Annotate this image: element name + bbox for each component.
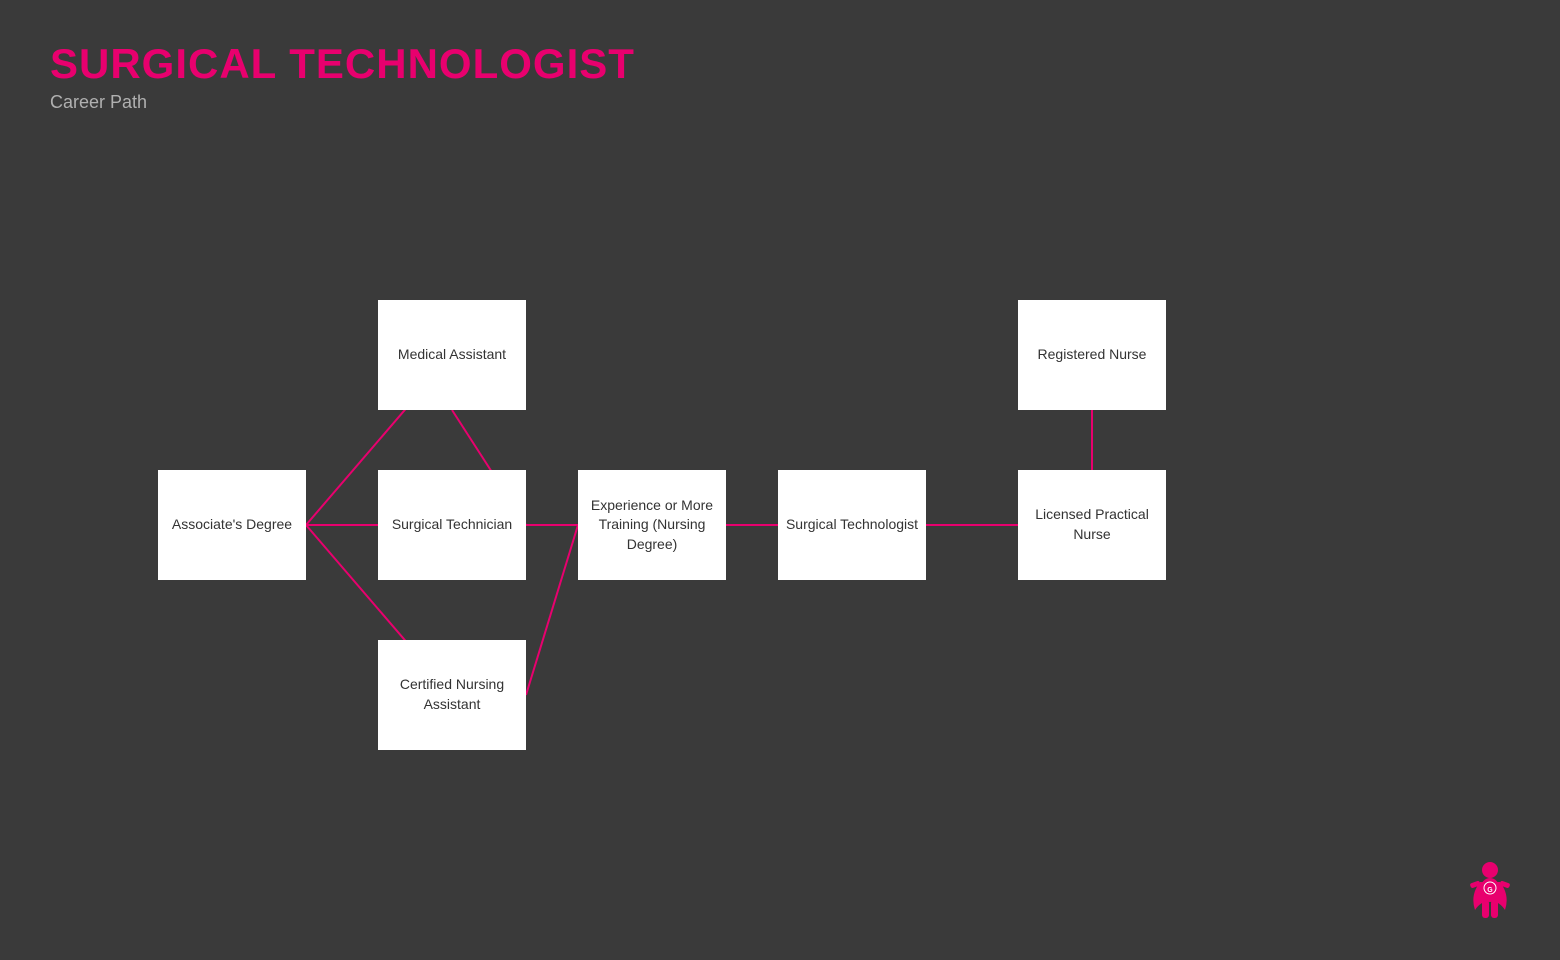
node-medical-assistant: Medical Assistant [378,300,526,410]
node-licensed-practical-nurse: Licensed Practical Nurse [1018,470,1166,580]
page-title: SURGICAL TECHNOLOGIST [50,40,635,88]
node-certified-nursing-assistant: Certified Nursing Assistant [378,640,526,750]
node-surgical-technologist: Surgical Technologist [778,470,926,580]
header: SURGICAL TECHNOLOGIST Career Path [50,40,635,113]
career-path-diagram: Associate's Degree Medical Assistant Sur… [0,140,1560,840]
page-subtitle: Career Path [50,92,635,113]
logo: G [1460,860,1520,930]
node-registered-nurse: Registered Nurse [1018,300,1166,410]
node-associates-degree: Associate's Degree [158,470,306,580]
node-surgical-technician: Surgical Technician [378,470,526,580]
svg-text:G: G [1487,887,1493,894]
node-experience: Experience or More Training (Nursing Deg… [578,470,726,580]
